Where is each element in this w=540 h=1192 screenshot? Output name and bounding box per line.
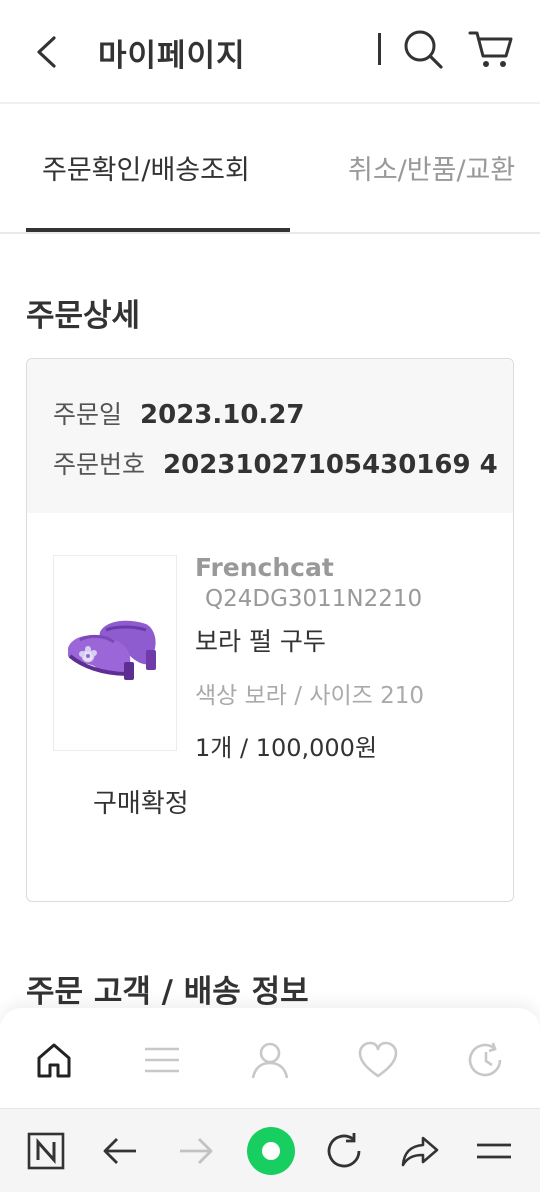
order-date-value: 2023.10.27 [140, 400, 305, 430]
order-meta: 주문일 2023.10.27 주문번호 20231027105430169 4 [27, 359, 513, 513]
order-date-label: 주문일 [53, 400, 123, 429]
customer-shipping-title: 주문 고객 / 배송 정보 [26, 974, 309, 1010]
home-icon[interactable] [32, 1038, 76, 1082]
product-image[interactable] [53, 555, 177, 751]
browser-toolbar [0, 1108, 540, 1192]
order-detail-title: 주문상세 [26, 298, 141, 334]
bottom-tab-bar [0, 1008, 540, 1110]
product-name[interactable]: 보라 펄 구두 [195, 622, 424, 658]
browser-forward-icon[interactable] [174, 1129, 218, 1173]
header-divider [378, 33, 381, 65]
order-date-row: 주문일 2023.10.27 [53, 395, 305, 431]
product-code: Q24DG3011N2210 [205, 586, 423, 612]
product-quantity-price: 1개 / 100,000원 [195, 734, 378, 762]
heart-icon[interactable] [356, 1038, 400, 1082]
browser-menu-icon[interactable] [472, 1129, 516, 1173]
browser-back-icon[interactable] [98, 1129, 142, 1173]
cart-icon[interactable] [468, 28, 514, 70]
refresh-icon[interactable] [322, 1129, 366, 1173]
tab-order-tracking[interactable]: 주문확인/배송조회 [42, 148, 250, 187]
active-tab-indicator [26, 228, 290, 232]
naver-n-icon[interactable] [24, 1129, 68, 1173]
search-icon[interactable] [402, 28, 444, 70]
order-number-label: 주문번호 [53, 450, 146, 479]
order-tabs: 주문확인/배송조회 취소/반품/교환 [0, 104, 540, 234]
user-icon[interactable] [248, 1038, 292, 1082]
order-card: 주문일 2023.10.27 주문번호 20231027105430169 4 … [26, 358, 514, 902]
recent-history-icon[interactable] [464, 1038, 508, 1082]
product-option: 색상 보라 / 사이즈 210 [195, 683, 425, 709]
share-icon[interactable] [398, 1129, 442, 1173]
back-icon[interactable] [30, 34, 62, 70]
product-info: Frenchcat Q24DG3011N2210 보라 펄 구두 색상 보라 /… [195, 553, 424, 763]
tab-cancel-return-exchange[interactable]: 취소/반품/교환 [348, 148, 515, 187]
green-home-circle-icon[interactable] [246, 1126, 296, 1176]
purchase-confirm-button[interactable]: 구매확정 [93, 787, 193, 821]
order-number-row: 주문번호 20231027105430169 4 [53, 445, 498, 481]
app-header: 마이페이지 [0, 0, 540, 104]
order-number-value: 20231027105430169 4 [163, 450, 498, 480]
page-title: 마이페이지 [98, 38, 246, 74]
product-brand[interactable]: Frenchcat [195, 553, 424, 582]
menu-icon[interactable] [140, 1038, 184, 1082]
